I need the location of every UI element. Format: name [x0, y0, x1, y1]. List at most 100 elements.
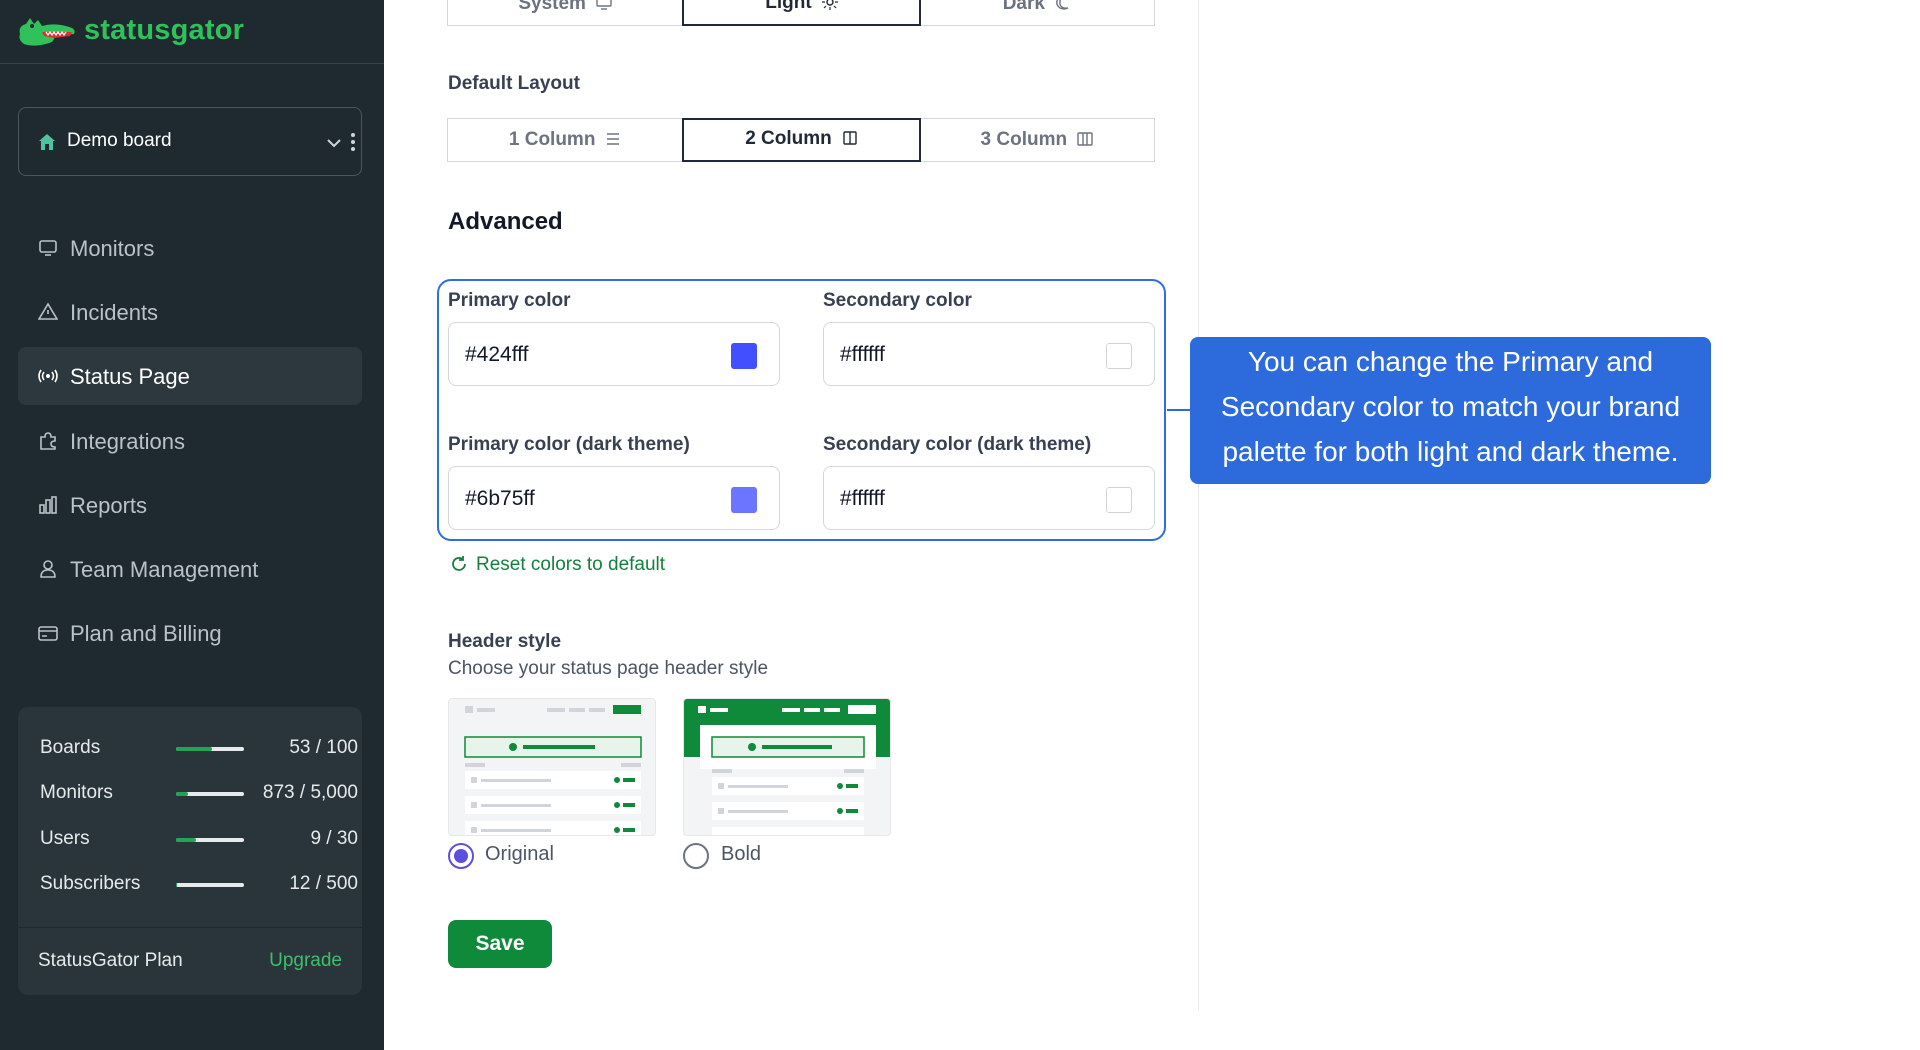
- primary-color-dark-label: Primary color (dark theme): [448, 434, 690, 455]
- theme-selector: System Light Dark: [447, 0, 1155, 26]
- primary-color-swatch[interactable]: [731, 343, 757, 369]
- tooltip-line-2: Secondary color to match your brand: [1220, 391, 1681, 422]
- header-style-original-preview[interactable]: [448, 698, 656, 836]
- tooltip-line-3: palette for both light and dark theme.: [1222, 436, 1679, 467]
- primary-color-label: Primary color: [448, 290, 571, 311]
- header-style-bold-preview[interactable]: [683, 698, 891, 836]
- layout-option-3-column[interactable]: 3 Column: [920, 119, 1154, 161]
- monitor-icon: [39, 240, 57, 256]
- app-name[interactable]: statusgator: [84, 14, 244, 47]
- tooltip-line-1: You can change the Primary and: [1247, 346, 1654, 377]
- more-options-icon[interactable]: [349, 130, 357, 154]
- usage-bar: [176, 838, 244, 842]
- user-icon: [40, 560, 56, 578]
- bold-layout-thumbnail: [684, 699, 890, 835]
- header-style-description: Choose your status page header style: [448, 658, 769, 679]
- plan-label: StatusGator Plan: [38, 950, 183, 971]
- theme-option-dark[interactable]: Dark: [920, 0, 1154, 25]
- board-selector[interactable]: Demo board: [18, 107, 362, 176]
- divider: [18, 927, 362, 928]
- secondary-color-label: Secondary color: [823, 290, 972, 311]
- refresh-icon: [452, 556, 466, 571]
- usage-bar-fill: [176, 883, 178, 887]
- save-button[interactable]: Save: [448, 920, 552, 968]
- usage-bar: [176, 883, 244, 887]
- sidebar-item-label: Status Page: [70, 364, 190, 389]
- option-label: System: [518, 0, 586, 14]
- usage-row-subscribers: Subscribers 12 / 500: [40, 873, 358, 897]
- sidebar-item-status-page[interactable]: Status Page: [18, 347, 362, 405]
- usage-row-users: Users 9 / 30: [40, 828, 358, 852]
- header-style-bold-radio[interactable]: [683, 843, 709, 869]
- moon-icon: [1056, 0, 1069, 10]
- theme-option-system[interactable]: System: [448, 0, 684, 25]
- gator-logo-icon[interactable]: [16, 12, 78, 52]
- option-label: Dark: [1002, 0, 1045, 14]
- secondary-color-dark-field[interactable]: #ffffff: [823, 466, 1155, 530]
- primary-color-dark-value: #6b75ff: [465, 487, 535, 510]
- header-style-bold-label: Bold: [721, 843, 762, 865]
- reset-colors-link[interactable]: Reset colors to default: [450, 554, 665, 576]
- usage-label: Subscribers: [40, 873, 141, 894]
- option-label: 3 Column: [980, 129, 1068, 150]
- header-style-original-label: Original: [485, 843, 554, 865]
- sidebar-item-label: Integrations: [70, 429, 185, 454]
- usage-row-monitors: Monitors 873 / 5,000: [40, 782, 358, 806]
- usage-panel: Boards 53 / 100 Monitors 873 / 5,000 Use…: [18, 707, 362, 995]
- sidebar-item-monitors[interactable]: Monitors: [18, 219, 362, 277]
- header-style-label: Header style: [448, 631, 562, 652]
- sidebar-item-reports[interactable]: Reports: [18, 476, 362, 534]
- option-label: Light: [765, 0, 812, 13]
- sidebar-item-integrations[interactable]: Integrations: [18, 412, 362, 470]
- sidebar-item-label: Team Management: [70, 557, 259, 582]
- sidebar: statusgator Demo board Monitors Incident…: [0, 0, 384, 1050]
- sidebar-item-incidents[interactable]: Incidents: [18, 283, 362, 341]
- secondary-color-field[interactable]: #ffffff: [823, 322, 1155, 386]
- usage-bar-fill: [176, 747, 213, 751]
- sidebar-item-label: Reports: [70, 493, 148, 518]
- secondary-color-swatch[interactable]: [1106, 343, 1132, 369]
- reset-colors-label: Reset colors to default: [476, 554, 666, 575]
- primary-color-field[interactable]: #424fff: [448, 322, 780, 386]
- sidebar-item-label: Incidents: [70, 300, 159, 325]
- warning-triangle-icon: [38, 302, 58, 320]
- usage-value: 12 / 500: [289, 873, 358, 894]
- layout-option-2-column[interactable]: 2 Column: [682, 118, 921, 162]
- usage-value: 53 / 100: [289, 737, 358, 758]
- primary-color-dark-field[interactable]: #6b75ff: [448, 466, 780, 530]
- upgrade-link[interactable]: Upgrade: [269, 950, 342, 972]
- usage-row-boards: Boards 53 / 100: [40, 737, 358, 761]
- chevron-down-icon[interactable]: [323, 132, 345, 154]
- theme-option-light[interactable]: Light: [682, 0, 921, 26]
- usage-value: 9 / 30: [310, 828, 358, 849]
- one-column-icon: [607, 133, 620, 145]
- sidebar-item-plan-and-billing[interactable]: Plan and Billing: [18, 604, 362, 662]
- default-layout-label: Default Layout: [448, 73, 580, 94]
- header-style-original-radio[interactable]: [448, 843, 474, 869]
- logo-bar: statusgator: [0, 0, 384, 64]
- desktop-icon: [596, 0, 612, 10]
- option-label: 2 Column: [745, 128, 832, 149]
- color-tooltip: You can change the Primary and Secondary…: [1190, 337, 1711, 484]
- home-icon: [39, 134, 55, 150]
- primary-color-value: #424fff: [465, 343, 529, 366]
- sidebar-item-team-management[interactable]: Team Management: [18, 540, 362, 598]
- sidebar-item-label: Plan and Billing: [70, 621, 222, 646]
- usage-label: Boards: [40, 737, 101, 758]
- usage-label: Monitors: [40, 782, 113, 803]
- original-layout-thumbnail: [449, 699, 655, 835]
- secondary-color-dark-value: #ffffff: [840, 487, 885, 510]
- secondary-color-dark-swatch[interactable]: [1106, 487, 1132, 513]
- sidebar-item-label: Monitors: [70, 236, 155, 261]
- two-column-icon: [843, 131, 857, 145]
- option-label: 1 Column: [508, 129, 596, 150]
- secondary-color-dark-label: Secondary color (dark theme): [823, 434, 1092, 455]
- usage-value: 873 / 5,000: [262, 782, 358, 803]
- usage-label: Users: [40, 828, 90, 849]
- broadcast-icon: [38, 369, 58, 383]
- puzzle-icon: [40, 432, 56, 450]
- layout-option-1-column[interactable]: 1 Column: [448, 119, 684, 161]
- usage-bar-fill: [176, 792, 188, 796]
- primary-color-dark-swatch[interactable]: [731, 487, 757, 513]
- bar-chart-icon: [39, 496, 57, 514]
